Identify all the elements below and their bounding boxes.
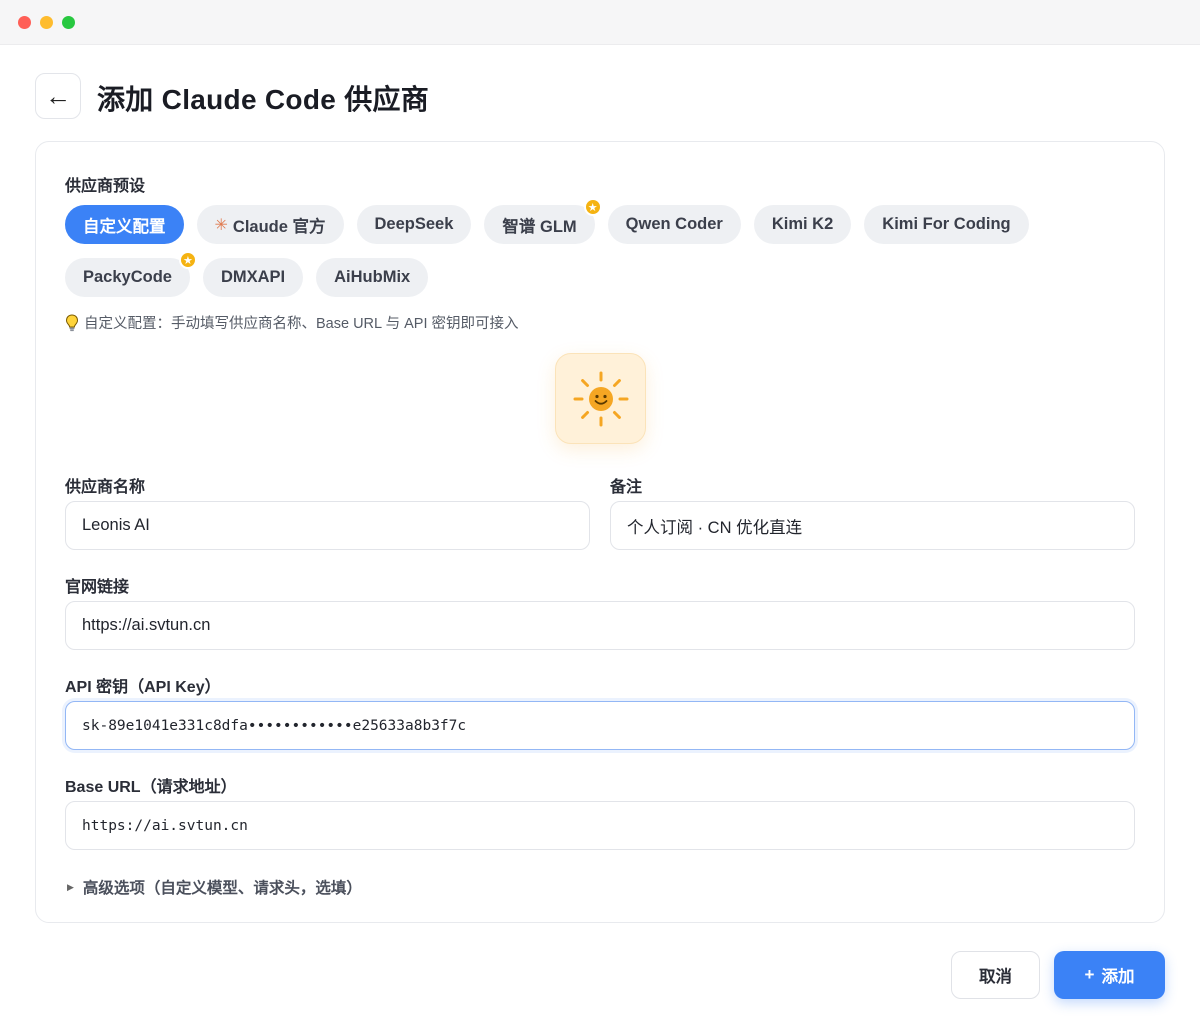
preset-chip[interactable]: 自定义配置 bbox=[65, 205, 184, 244]
caret-right-icon: ▶ bbox=[67, 881, 74, 892]
preset-chip-label: DeepSeek bbox=[374, 215, 454, 233]
preset-chip-label: 自定义配置 bbox=[83, 217, 166, 236]
website-value: https://ai.svtun.cn bbox=[82, 616, 211, 634]
preset-chip-label: PackyCode bbox=[83, 268, 172, 286]
presets-label: 供应商预设 bbox=[65, 178, 146, 195]
plus-icon: + bbox=[1084, 965, 1095, 984]
base-url-label: Base URL（请求地址） bbox=[65, 779, 237, 796]
provider-name-value: Leonis AI bbox=[82, 516, 150, 534]
arrow-left-icon: ← bbox=[45, 80, 71, 111]
preset-chip-list: 自定义配置 ✳ Claude 官方 DeepSeek 智谱 GLM ★ Qwen Coder… bbox=[65, 198, 1065, 297]
star-icon: ★ bbox=[583, 198, 602, 216]
base-url-value: https://ai.svtun.cn bbox=[82, 817, 248, 834]
api-key-input[interactable]: sk-89e1041e331c8dfa••••••••••••e25633a8b… bbox=[65, 701, 1135, 750]
lightbulb-icon bbox=[65, 313, 79, 331]
minimize-window-button[interactable] bbox=[40, 16, 53, 29]
note-value: 个人订阅 · CN 优化直连 bbox=[627, 518, 803, 537]
window-titlebar bbox=[0, 0, 1200, 45]
preset-chip-label: Kimi For Coding bbox=[882, 215, 1011, 233]
provider-name-label: 供应商名称 bbox=[65, 479, 146, 496]
preset-chip[interactable]: Kimi For Coding bbox=[864, 205, 1029, 244]
provider-form-card: 供应商预设 自定义配置 ✳ Claude 官方 DeepSeek 智谱 GLM ★ Qwen… bbox=[35, 141, 1165, 923]
cancel-button-label: 取消 bbox=[979, 968, 1012, 986]
close-window-button[interactable] bbox=[18, 16, 31, 29]
preset-chip[interactable]: Kimi K2 bbox=[753, 205, 852, 244]
preset-chip-label: AiHubMix bbox=[334, 268, 411, 286]
provider-name-input[interactable]: Leonis AI bbox=[65, 501, 590, 550]
preset-hint: 自定义配置：手动填写供应商名称、Base URL 与 API 密钥即可接入 bbox=[65, 312, 519, 333]
asterisk-icon: ✳ bbox=[214, 216, 228, 234]
note-input[interactable]: 个人订阅 · CN 优化直连 bbox=[610, 501, 1135, 550]
preset-chip[interactable]: Qwen Coder bbox=[607, 205, 741, 244]
page-title: 添加 Claude Code 供应商 bbox=[97, 84, 430, 115]
preset-chip-label: Kimi K2 bbox=[771, 215, 834, 233]
api-key-label: API 密钥（API Key） bbox=[65, 679, 221, 696]
api-key-value: sk-89e1041e331c8dfa••••••••••••e25633a8b… bbox=[82, 717, 467, 734]
provider-logo[interactable] bbox=[555, 353, 646, 444]
preset-chip-label: DMXAPI bbox=[220, 268, 286, 286]
preset-chip[interactable]: DeepSeek bbox=[356, 205, 472, 244]
website-label: 官网链接 bbox=[65, 579, 130, 596]
preset-chip-label: Claude 官方 bbox=[232, 217, 326, 236]
website-input[interactable]: https://ai.svtun.cn bbox=[65, 601, 1135, 650]
base-url-input[interactable]: https://ai.svtun.cn bbox=[65, 801, 1135, 850]
add-button-label: 添加 bbox=[1101, 968, 1135, 986]
preset-chip[interactable]: AiHubMix bbox=[316, 258, 429, 297]
advanced-options-label: 高级选项（自定义模型、请求头，选填） bbox=[82, 880, 362, 897]
back-button[interactable]: ← bbox=[35, 73, 81, 119]
preset-hint-text: 自定义配置：手动填写供应商名称、Base URL 与 API 密钥即可接入 bbox=[84, 316, 519, 332]
preset-chip-label: Qwen Coder bbox=[625, 215, 723, 233]
add-button[interactable]: + 添加 bbox=[1054, 951, 1165, 999]
note-label: 备注 bbox=[610, 479, 643, 496]
preset-chip[interactable]: ✳ Claude 官方 bbox=[196, 205, 344, 244]
preset-chip[interactable]: 智谱 GLM ★ bbox=[484, 198, 602, 244]
zoom-window-button[interactable] bbox=[62, 16, 75, 29]
cancel-button[interactable]: 取消 bbox=[951, 951, 1040, 999]
preset-chip-label: 智谱 GLM bbox=[502, 217, 577, 236]
smiling-sun-icon bbox=[573, 371, 628, 426]
star-icon: ★ bbox=[178, 251, 197, 269]
advanced-options-toggle[interactable]: ▶ 高级选项（自定义模型、请求头，选填） bbox=[67, 876, 362, 898]
preset-chip[interactable]: DMXAPI bbox=[202, 258, 304, 297]
preset-chip[interactable]: PackyCode ★ bbox=[65, 251, 197, 297]
